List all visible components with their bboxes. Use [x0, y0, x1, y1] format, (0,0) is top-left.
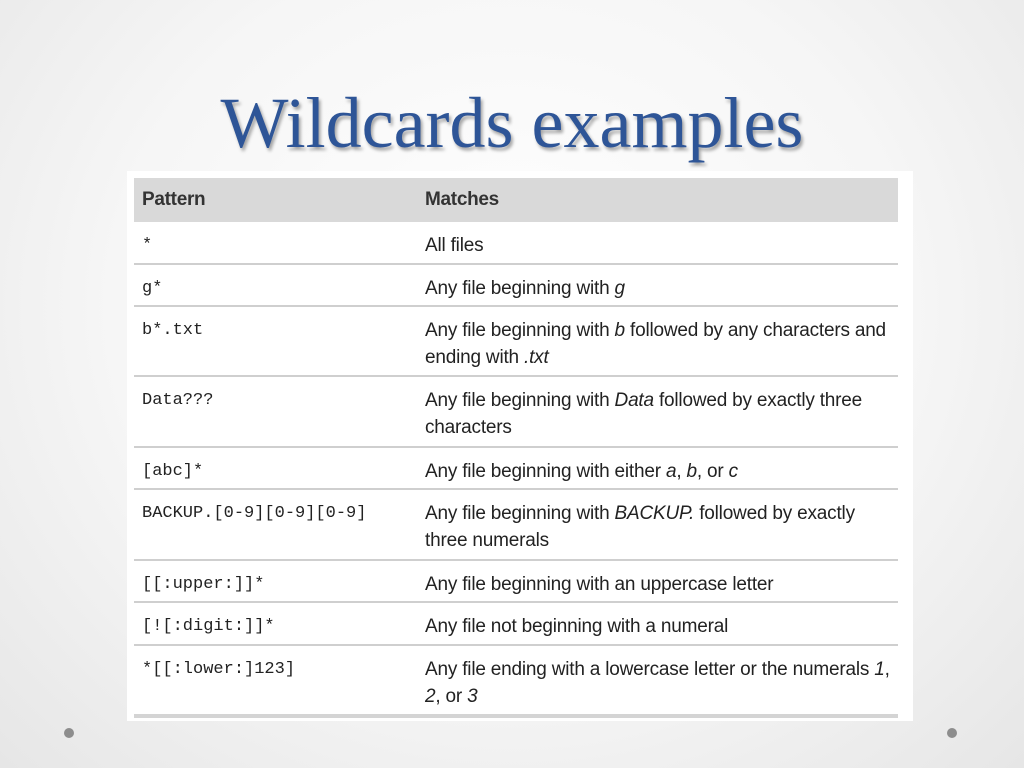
table-row: b*.txt Any file beginning with b followed… [134, 306, 898, 377]
match-emphasis: 1 [874, 659, 885, 680]
match-cell: Any file beginning with Data followed by… [417, 376, 898, 448]
match-text: , or [696, 461, 729, 482]
match-text: , or [435, 686, 468, 707]
table-row: BACKUP.[0-9][0-9][0-9] Any file beginning… [134, 489, 898, 561]
pattern-cell: [[:upper:]]* [134, 560, 417, 603]
match-text: All files [425, 235, 484, 256]
table-row: g* Any file beginning with g [134, 264, 898, 307]
header-matches: Matches [417, 178, 898, 222]
match-cell: Any file beginning with an uppercase let… [417, 560, 898, 603]
match-emphasis: b [686, 461, 698, 482]
match-text: Any file beginning with [425, 503, 615, 524]
match-cell: Any file beginning with b followed by an… [417, 306, 898, 377]
match-text: Any file not beginning with a numeral [425, 616, 729, 637]
match-text: , [676, 461, 687, 482]
match-text: Any file ending with a lowercase letter … [425, 659, 875, 680]
match-emphasis: .txt [524, 347, 549, 368]
match-text: Any file beginning with either [425, 461, 666, 482]
match-cell: All files [417, 222, 898, 265]
match-text: Any file beginning with [425, 278, 615, 299]
table-row: [abc]* Any file beginning with either a, … [134, 447, 898, 490]
match-text: Any file beginning with [425, 390, 615, 411]
pattern-cell: [abc]* [134, 447, 417, 490]
table-row: [[:upper:]]* Any file beginning with an u… [134, 560, 898, 603]
match-text: Any file beginning with [425, 320, 615, 341]
match-cell: Any file not beginning with a numeral [417, 602, 898, 646]
pattern-cell: b*.txt [134, 306, 417, 377]
table-row: [![:digit:]]* Any file not beginning with… [134, 602, 898, 646]
table-row: Data??? Any file beginning with Data foll… [134, 376, 898, 448]
slide-title: Wildcards examples [220, 83, 804, 163]
table-row: * All files [134, 222, 898, 265]
match-text: Any file beginning with an uppercase let… [425, 574, 774, 595]
match-emphasis: 2 [425, 686, 436, 707]
wildcards-table: Pattern Matches * All files g* Any file beg… [134, 178, 898, 718]
pattern-cell: * [134, 222, 417, 265]
pattern-cell: *[[:lower:]123] [134, 645, 417, 718]
table-body: * All files g* Any file beginning with g b*.… [134, 222, 898, 718]
pattern-cell: BACKUP.[0-9][0-9][0-9] [134, 489, 417, 561]
match-cell: Any file ending with a lowercase letter … [417, 645, 898, 718]
bottom-right-dot [947, 728, 957, 738]
match-emphasis: g [614, 278, 626, 299]
match-emphasis: b [614, 320, 626, 341]
table-frame: Pattern Matches * All files g* Any file beg… [127, 171, 913, 721]
match-emphasis: c [728, 461, 739, 482]
pattern-cell: Data??? [134, 376, 417, 448]
bottom-left-dot [64, 728, 74, 738]
match-cell: Any file beginning with BACKUP. followed… [417, 489, 898, 561]
match-emphasis: BACKUP. [614, 503, 695, 524]
table-header-row: Pattern Matches [134, 178, 898, 222]
match-cell: Any file beginning with g [417, 264, 898, 307]
match-cell: Any file beginning with either a, b, or … [417, 447, 898, 490]
pattern-cell: [![:digit:]]* [134, 602, 417, 646]
header-pattern: Pattern [134, 178, 417, 222]
match-emphasis: Data [614, 390, 655, 411]
table-row: *[[:lower:]123] Any file ending with a lo… [134, 645, 898, 718]
match-text: , [884, 659, 890, 680]
pattern-cell: g* [134, 264, 417, 307]
match-emphasis: a [665, 461, 677, 482]
match-emphasis: 3 [467, 686, 478, 707]
